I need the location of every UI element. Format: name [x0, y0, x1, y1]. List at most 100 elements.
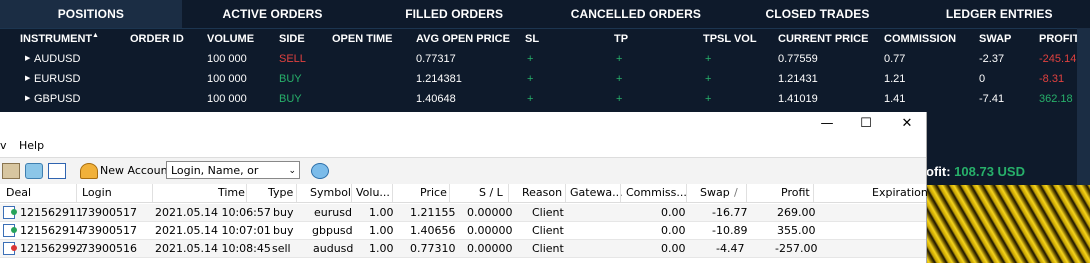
col-symbol[interactable]: Symbol	[310, 186, 351, 199]
col-profit[interactable]: PROFIT	[1039, 33, 1079, 45]
sort-indicator-icon: /	[734, 186, 738, 199]
maximize-button[interactable]: ☐	[851, 115, 881, 133]
col-commission[interactable]: Commiss...	[626, 186, 687, 199]
tab-cancelled-orders[interactable]: CANCELLED ORDERS	[545, 0, 727, 28]
position-row[interactable]: ▶ EURUSD 100 000 BUY 1.214381 + + + 1.21…	[0, 73, 1090, 89]
swap: -16.77	[712, 206, 748, 219]
cube-icon[interactable]	[25, 163, 43, 179]
profit: -8.31	[1039, 73, 1065, 85]
deal-row[interactable]: 121562992 73900516 2021.05.14 10:08:45 s…	[0, 240, 926, 258]
add-tpsl-button[interactable]: +	[705, 93, 711, 105]
volume: 100 000	[207, 93, 247, 105]
position-row[interactable]: ▶ AUDUSD 100 000 SELL 0.77317 + + + 0.77…	[0, 53, 1090, 69]
col-login[interactable]: Login	[82, 186, 112, 199]
swap: -4.47	[716, 242, 745, 255]
add-tp-button[interactable]: +	[616, 73, 622, 85]
col-deal[interactable]: Deal	[6, 186, 31, 199]
col-profit[interactable]: Profit	[781, 186, 810, 199]
toolbar: New Account Login, Name, or #Order ⌄	[0, 157, 926, 195]
current-price: 1.41019	[778, 93, 818, 105]
volume: 1.00	[369, 206, 394, 219]
col-price[interactable]: Price	[420, 186, 447, 199]
commission: 1.21	[884, 73, 906, 85]
col-open-time[interactable]: OPEN TIME	[332, 33, 393, 45]
panel-icon[interactable]	[48, 163, 66, 179]
deal-id: 121562992	[20, 242, 83, 255]
commission: 0.00	[661, 206, 686, 219]
expand-arrow-icon[interactable]: ▶	[25, 94, 30, 102]
position-row[interactable]: ▶ GBPUSD 100 000 BUY 1.40648 + + + 1.410…	[0, 93, 1090, 109]
users-search-icon[interactable]	[311, 163, 329, 179]
sort-up-icon[interactable]: ▲	[92, 32, 99, 39]
col-time[interactable]: Time	[218, 186, 245, 199]
add-sl-button[interactable]: +	[527, 73, 533, 85]
add-tp-button[interactable]: +	[616, 53, 622, 65]
col-gateway[interactable]: Gatewa...	[570, 186, 623, 199]
col-avg-open-price[interactable]: AVG OPEN PRICE	[416, 33, 510, 45]
deal-id: 121562914	[20, 224, 83, 237]
menu-help[interactable]: Help	[19, 139, 44, 152]
col-order-id[interactable]: ORDER ID	[130, 33, 184, 45]
deal-icon	[3, 242, 17, 255]
avg-open-price: 1.214381	[416, 73, 462, 85]
tab-filled-orders[interactable]: FILLED ORDERS	[363, 0, 545, 28]
reason: Client	[532, 224, 564, 237]
new-account-button[interactable]: New Account	[100, 164, 172, 177]
symbol: audusd	[313, 242, 354, 255]
close-button[interactable]: ✕	[892, 115, 922, 133]
deal-icon	[3, 206, 17, 219]
title-bar[interactable]: — ☐ ✕	[0, 112, 926, 136]
col-tpsl-vol[interactable]: TPSL VOL	[703, 33, 757, 45]
volume: 100 000	[207, 73, 247, 85]
add-tpsl-button[interactable]: +	[705, 73, 711, 85]
col-reason[interactable]: Reason	[522, 186, 562, 199]
col-volume[interactable]: Volu...	[356, 186, 390, 199]
col-volume[interactable]: VOLUME	[207, 33, 254, 45]
add-sl-button[interactable]: +	[527, 53, 533, 65]
col-current-price[interactable]: CURRENT PRICE	[778, 33, 868, 45]
col-instrument[interactable]: INSTRUMENT	[20, 33, 92, 45]
add-user-icon[interactable]	[80, 163, 98, 179]
col-tp[interactable]: TP	[614, 33, 628, 45]
col-side[interactable]: SIDE	[279, 33, 305, 45]
col-sl[interactable]: SL	[525, 33, 539, 45]
add-sl-button[interactable]: +	[527, 93, 533, 105]
tab-positions[interactable]: POSITIONS	[0, 0, 182, 28]
add-tpsl-button[interactable]: +	[705, 53, 711, 65]
scrollbar[interactable]	[1077, 28, 1090, 185]
sl: 0.00000	[467, 242, 513, 255]
tab-closed-trades[interactable]: CLOSED TRADES	[727, 0, 909, 28]
deal-row[interactable]: 121562914 73900517 2021.05.14 10:07:01 b…	[0, 222, 926, 240]
search-input[interactable]: Login, Name, or #Order ⌄	[166, 161, 300, 195]
expand-arrow-icon[interactable]: ▶	[25, 54, 30, 62]
side: SELL	[279, 53, 306, 65]
col-swap[interactable]: SWAP	[979, 33, 1011, 45]
swap: -2.37	[979, 53, 1005, 65]
current-price: 0.77559	[778, 53, 818, 65]
volume: 1.00	[369, 242, 394, 255]
login: 73900517	[81, 206, 137, 219]
side: BUY	[279, 93, 302, 105]
col-expiration[interactable]: Expiration	[872, 186, 928, 199]
tab-active-orders[interactable]: ACTIVE ORDERS	[182, 0, 364, 28]
col-commission[interactable]: COMMISSION	[884, 33, 956, 45]
col-type[interactable]: Type	[268, 186, 293, 199]
tab-ledger-entries[interactable]: LEDGER ENTRIES	[908, 0, 1090, 28]
sl: 0.00000	[467, 206, 513, 219]
commission: 0.00	[661, 242, 686, 255]
login: 73900516	[81, 242, 137, 255]
add-tp-button[interactable]: +	[616, 93, 622, 105]
volume: 1.00	[369, 224, 394, 237]
col-swap[interactable]: Swap	[700, 186, 730, 199]
expand-arrow-icon[interactable]: ▶	[25, 74, 30, 82]
col-sl[interactable]: S / L	[479, 186, 503, 199]
chevron-down-icon[interactable]: ⌄	[288, 162, 296, 180]
folders-icon[interactable]	[2, 163, 20, 179]
symbol: eurusd	[314, 206, 352, 219]
deal-row[interactable]: 121562911 73900517 2021.05.14 10:06:57 b…	[0, 204, 926, 222]
menu-view[interactable]: v	[0, 139, 7, 152]
positions-header: INSTRUMENT ▲ ORDER ID VOLUME SIDE OPEN T…	[0, 32, 1090, 49]
tab-bar: POSITIONS ACTIVE ORDERS FILLED ORDERS CA…	[0, 0, 1090, 29]
time: 2021.05.14 10:07:01	[155, 224, 271, 237]
minimize-button[interactable]: —	[812, 115, 842, 133]
